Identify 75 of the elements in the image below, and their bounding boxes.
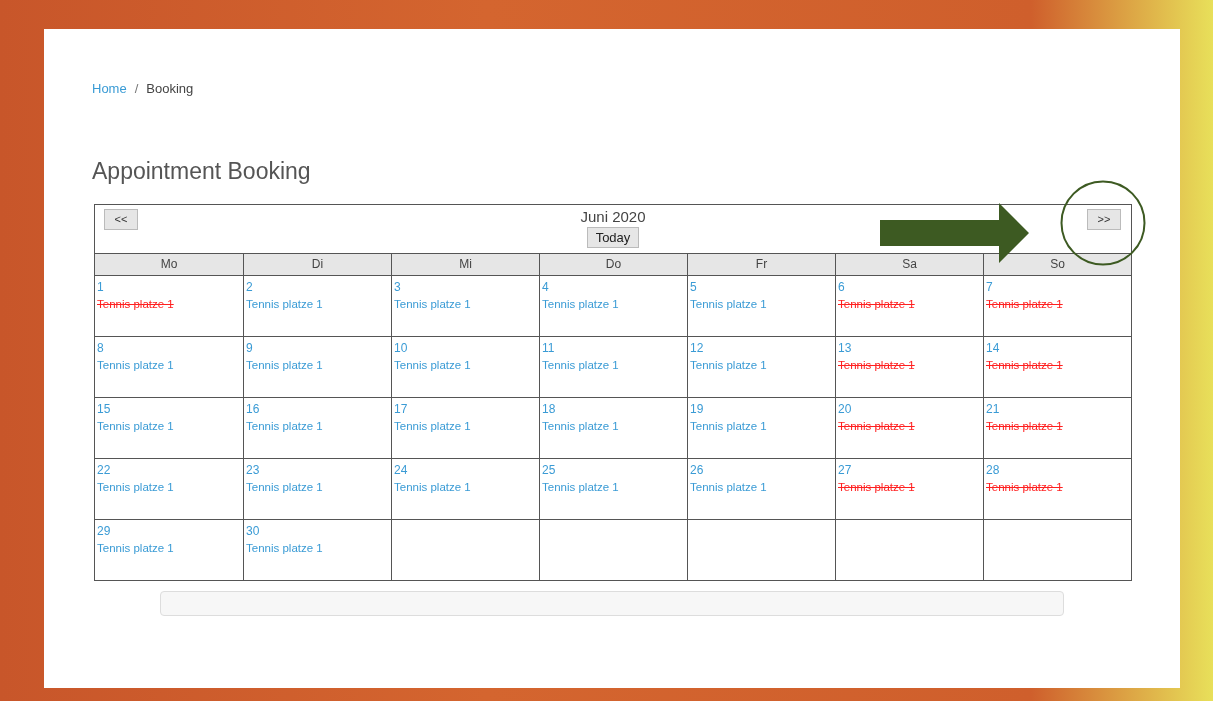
weekday-header: Do [539, 253, 687, 275]
day-number[interactable]: 1 [97, 280, 104, 294]
court-slot[interactable]: Tennis platze 1 [542, 297, 619, 311]
day-number[interactable]: 28 [986, 463, 1000, 477]
court-slot[interactable]: Tennis platze 1 [986, 480, 1063, 494]
breadcrumb-separator: / [134, 80, 139, 98]
court-slot[interactable]: Tennis platze 1 [542, 358, 619, 372]
day-number[interactable]: 5 [690, 280, 697, 294]
day-number[interactable]: 8 [97, 341, 104, 355]
court-slot[interactable]: Tennis platze 1 [690, 297, 767, 311]
weekday-header: Di [243, 253, 391, 275]
day-number[interactable]: 13 [838, 341, 852, 355]
court-slot[interactable]: Tennis platze 1 [97, 419, 174, 433]
day-number[interactable]: 20 [838, 402, 852, 416]
today-button[interactable]: Today [586, 227, 640, 248]
court-slot[interactable]: Tennis platze 1 [246, 541, 323, 555]
day-number[interactable]: 6 [838, 280, 845, 294]
court-slot[interactable]: Tennis platze 1 [246, 358, 323, 372]
court-slot[interactable]: Tennis platze 1 [838, 480, 915, 494]
court-slot[interactable]: Tennis platze 1 [394, 358, 471, 372]
day-number[interactable]: 21 [986, 402, 1000, 416]
day-number[interactable]: 9 [246, 341, 253, 355]
day-number[interactable]: 4 [542, 280, 549, 294]
weekday-header: So [983, 253, 1131, 275]
court-slot[interactable]: Tennis platze 1 [838, 297, 915, 311]
breadcrumb-current: Booking [146, 80, 194, 98]
day-number[interactable]: 3 [394, 280, 401, 294]
court-slot[interactable]: Tennis platze 1 [97, 358, 174, 372]
day-number[interactable]: 23 [246, 463, 260, 477]
day-number[interactable]: 19 [690, 402, 704, 416]
day-number[interactable]: 25 [542, 463, 556, 477]
court-slot[interactable]: Tennis platze 1 [97, 297, 174, 311]
court-slot[interactable]: Tennis platze 1 [690, 419, 767, 433]
weekday-header: Sa [835, 253, 983, 275]
court-slot[interactable]: Tennis platze 1 [986, 358, 1063, 372]
day-number[interactable]: 10 [394, 341, 408, 355]
page-title: Appointment Booking [92, 156, 312, 186]
court-slot[interactable]: Tennis platze 1 [394, 419, 471, 433]
next-month-button[interactable]: >> [1087, 209, 1121, 230]
court-slot[interactable]: Tennis platze 1 [542, 480, 619, 494]
court-slot[interactable]: Tennis platze 1 [246, 480, 323, 494]
weekday-header: Fr [687, 253, 835, 275]
court-slot[interactable]: Tennis platze 1 [542, 419, 619, 433]
court-slot[interactable]: Tennis platze 1 [246, 297, 323, 311]
day-number[interactable]: 15 [97, 402, 111, 416]
day-number[interactable]: 27 [838, 463, 852, 477]
court-slot[interactable]: Tennis platze 1 [97, 541, 174, 555]
day-number[interactable]: 24 [394, 463, 408, 477]
day-number[interactable]: 12 [690, 341, 704, 355]
court-slot[interactable]: Tennis platze 1 [394, 297, 471, 311]
day-number[interactable]: 26 [690, 463, 704, 477]
day-number[interactable]: 30 [246, 524, 260, 538]
month-title: Juni 2020 [580, 207, 646, 227]
day-number[interactable]: 18 [542, 402, 556, 416]
court-slot[interactable]: Tennis platze 1 [838, 358, 915, 372]
court-slot[interactable]: Tennis platze 1 [986, 419, 1063, 433]
weekday-header: Mo [95, 253, 243, 275]
day-number[interactable]: 16 [246, 402, 260, 416]
court-slot[interactable]: Tennis platze 1 [838, 419, 915, 433]
court-slot[interactable]: Tennis platze 1 [246, 419, 323, 433]
day-number[interactable]: 14 [986, 341, 1000, 355]
weekday-header: Mi [391, 253, 539, 275]
court-slot[interactable]: Tennis platze 1 [394, 480, 471, 494]
day-number[interactable]: 11 [542, 341, 555, 355]
day-number[interactable]: 2 [246, 280, 253, 294]
breadcrumb-link[interactable]: Home [92, 79, 127, 99]
day-number[interactable]: 29 [97, 524, 111, 538]
court-slot[interactable]: Tennis platze 1 [690, 480, 767, 494]
day-number[interactable]: 17 [394, 402, 408, 416]
court-slot[interactable]: Tennis platze 1 [986, 297, 1063, 311]
day-number[interactable]: 22 [97, 463, 111, 477]
day-number[interactable]: 7 [986, 280, 993, 294]
court-slot[interactable]: Tennis platze 1 [97, 480, 174, 494]
court-slot[interactable]: Tennis platze 1 [690, 358, 767, 372]
previous-month-button[interactable]: << [104, 209, 138, 230]
